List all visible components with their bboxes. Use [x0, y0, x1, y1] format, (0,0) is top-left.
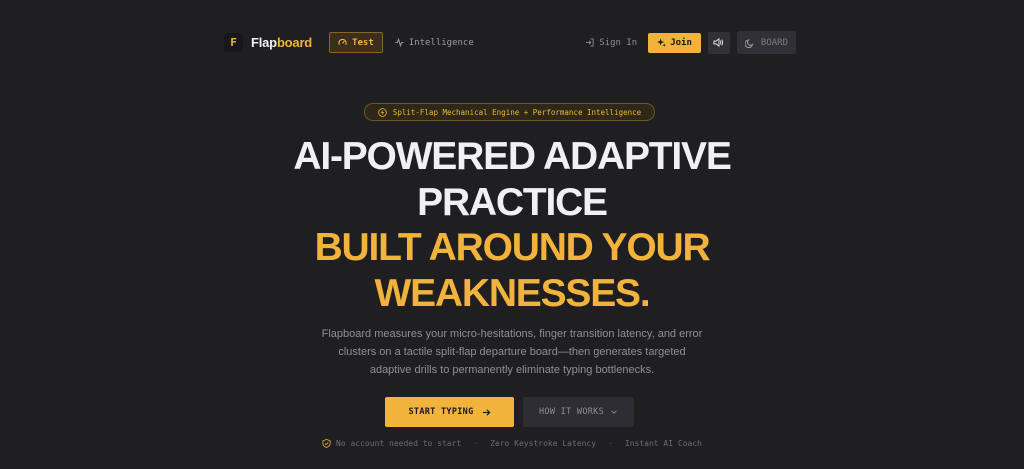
feature-pill: Split-Flap Mechanical Engine + Performan…	[364, 103, 655, 121]
activity-icon	[395, 38, 404, 47]
separator-dot: ·	[608, 438, 613, 448]
headline-line3: BUILT AROUND YOUR	[314, 226, 711, 269]
join-label: Join	[670, 37, 692, 48]
join-button[interactable]: Join	[648, 32, 701, 53]
hero-description: Flapboard measures your micro-hesitation…	[312, 325, 712, 379]
sound-toggle-button[interactable]	[707, 31, 730, 54]
headline-line2: PRACTICE	[417, 180, 608, 224]
moon-icon	[744, 38, 754, 48]
separator-dot: ·	[473, 438, 479, 448]
shield-check-icon	[322, 438, 331, 448]
hero-headline: AI-POWERED ADAPTIVE PRACTICE BUILT AROUN…	[0, 134, 1024, 316]
headline-line4: WEAKNESSES.	[374, 271, 650, 315]
note-zero-latency: Zero Keystroke Latency	[490, 439, 596, 448]
top-nav: F Flapboard Test Intelligence Sign In Jo…	[224, 31, 796, 54]
note-ai-coach: Instant AI Coach	[625, 439, 702, 448]
description-line1: Flapboard measures your micro-hesitation…	[321, 328, 703, 340]
brand-part1: Flap	[251, 35, 277, 50]
feature-pill-text: Split-Flap Mechanical Engine + Performan…	[392, 107, 642, 117]
start-typing-button[interactable]: START TYPING	[385, 397, 514, 427]
note3-text: Instant AI Coach	[624, 438, 702, 448]
description-line3: adaptive drills to permanently eliminate…	[369, 364, 655, 376]
trust-notes: No account needed to start · Zero Keystr…	[0, 437, 1024, 449]
start-typing-label: START TYPING	[408, 407, 474, 417]
logo-icon[interactable]: F	[224, 33, 243, 52]
nav-test-tab[interactable]: Test	[329, 32, 383, 53]
note1-text: No account needed to start	[336, 438, 462, 448]
volume-icon	[713, 37, 724, 48]
arrow-right-icon	[482, 408, 490, 416]
brand-name[interactable]: Flapboard	[251, 35, 312, 50]
login-icon	[586, 38, 594, 47]
note-no-account: No account needed to start	[322, 439, 461, 448]
note2-text: Zero Keystroke Latency	[490, 438, 597, 448]
logo-letter: F	[230, 36, 237, 49]
chevron-down-icon	[611, 410, 617, 414]
headline-line1: AI-POWERED ADAPTIVE	[293, 135, 731, 178]
how-it-works-button[interactable]: HOW IT WORKS	[523, 397, 634, 427]
nav-right-group: Sign In Join BOARD	[585, 31, 796, 54]
sparkles-icon	[657, 38, 667, 47]
theme-board-button[interactable]: BOARD	[736, 31, 796, 54]
nav-test-label: Test	[352, 37, 374, 48]
nav-intelligence-tab[interactable]: Intelligence	[395, 38, 474, 48]
gauge-icon	[338, 38, 347, 46]
brand-part2: board	[276, 35, 313, 50]
nav-intelligence-label: Intelligence	[408, 37, 474, 48]
signin-link[interactable]: Sign In	[585, 38, 637, 48]
board-label: BOARD	[760, 37, 788, 48]
how-it-works-label: HOW IT WORKS	[538, 407, 604, 417]
zap-icon	[378, 107, 387, 117]
description-line2: clusters on a tactile split-flap departu…	[338, 346, 686, 358]
signin-label: Sign In	[599, 37, 638, 48]
